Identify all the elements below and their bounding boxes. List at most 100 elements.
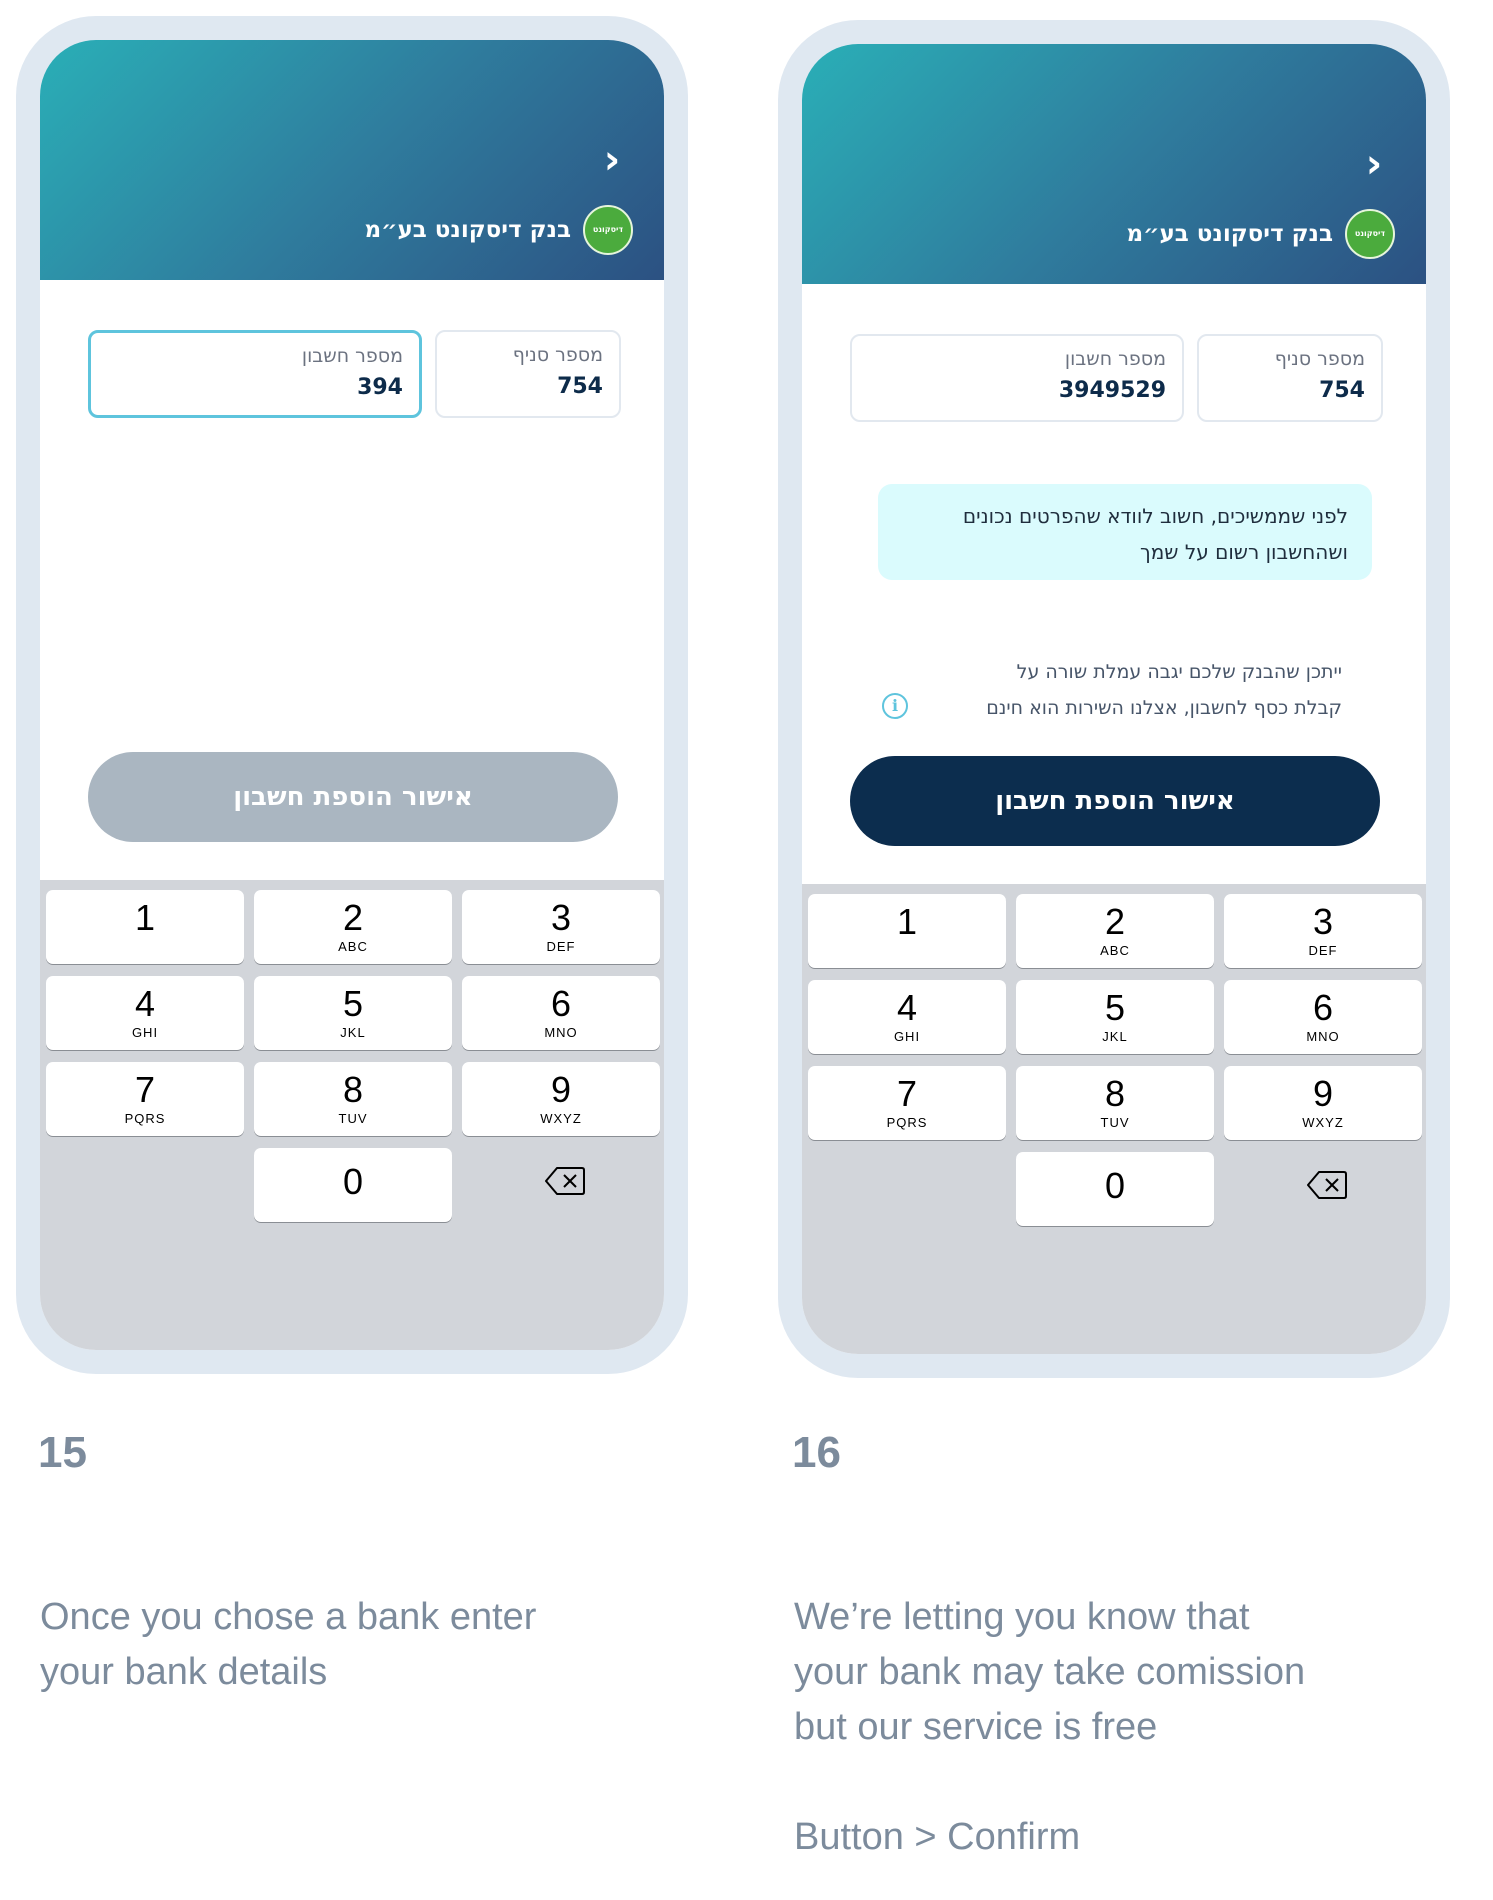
key-4[interactable]: 4 GHI [808,980,1006,1054]
key-3[interactable]: 3 DEF [1224,894,1422,968]
caption-line: but our service is free [794,1706,1158,1748]
caption-line: We’re letting you know that [794,1596,1250,1638]
step-description: We’re letting you know that your bank ma… [794,1590,1305,1755]
branch-number-value: 754 [1319,378,1365,403]
key-digit: 8 [342,1069,364,1110]
key-digit: 2 [342,897,364,938]
info-line: קבלת כסף לחשבון, אצלנו השירות הוא חינם [986,697,1342,719]
key-1[interactable]: 1 [808,894,1006,968]
key-letters: ABC [338,939,368,954]
key-9[interactable]: 9 WXYZ [462,1062,660,1136]
key-7[interactable]: 7 PQRS [46,1062,244,1136]
notice-line: לפני שממשיכים, חשוב לוודא שהפרטים נכונים [962,504,1348,528]
key-letters: JKL [340,1025,366,1040]
key-6[interactable]: 6 MNO [1224,980,1422,1054]
account-number-value: 394 [357,375,403,400]
commission-info-text: ייתכן שהבנק שלכם יגבה עמלת שורה על קבלת … [902,654,1342,726]
key-letters: MNO [544,1025,578,1040]
key-digit: 0 [342,1161,364,1202]
info-icon[interactable]: i [882,693,908,719]
key-5[interactable]: 5 JKL [1016,980,1214,1054]
key-4[interactable]: 4 GHI [46,976,244,1050]
step-number: 15 [38,1428,87,1477]
phone-mockup-step-15: › דיסקונט בנק דיסקונט בע״מ מספר סניף 754… [16,16,688,1374]
key-1[interactable]: 1 [46,890,244,964]
bank-name: בנק דיסקונט בע״מ [1126,221,1333,247]
key-digit: 3 [550,897,572,938]
key-digit: 5 [342,983,364,1024]
caption-line: your bank may take comission [794,1651,1306,1693]
chevron-right-icon[interactable]: › [1356,136,1392,192]
verify-details-notice: לפני שממשיכים, חשוב לוודא שהפרטים נכונים… [878,484,1372,580]
key-digit: 7 [896,1073,918,1114]
key-letters: DEF [546,939,576,954]
branch-number-field[interactable]: מספר סניף 754 [435,330,621,418]
key-digit: 9 [1312,1073,1334,1114]
key-9[interactable]: 9 WXYZ [1224,1066,1422,1140]
key-digit: 4 [896,987,918,1028]
phone-screen: › דיסקונט בנק דיסקונט בע״מ מספר סניף 754… [40,40,664,1350]
backspace-icon[interactable] [545,1166,585,1196]
branch-number-value: 754 [557,374,603,399]
backspace-icon[interactable] [1307,1170,1347,1200]
key-8[interactable]: 8 TUV [254,1062,452,1136]
key-0[interactable]: 0 [1016,1152,1214,1226]
key-letters: DEF [1308,943,1338,958]
key-digit: 8 [1104,1073,1126,1114]
key-digit: 5 [1104,987,1126,1028]
account-number-label: מספר חשבון [1064,348,1166,370]
step-number: 16 [792,1428,841,1477]
key-letters: TUV [1100,1115,1130,1130]
key-0[interactable]: 0 [254,1148,452,1222]
branch-number-label: מספר סניף [1274,348,1365,370]
key-digit: 9 [550,1069,572,1110]
branch-number-label: מספר סניף [512,344,603,366]
key-digit: 3 [1312,901,1334,942]
key-digit: 6 [550,983,572,1024]
key-letters: WXYZ [540,1111,582,1126]
confirm-add-account-button[interactable]: אישור הוספת חשבון [850,756,1380,846]
key-2[interactable]: 2 ABC [1016,894,1214,968]
key-digit: 0 [1104,1165,1126,1206]
account-number-label: מספר חשבון [301,345,403,367]
bank-logo-icon: דיסקונט [1345,209,1395,259]
key-letters: JKL [1102,1029,1128,1044]
key-digit: 6 [1312,987,1334,1028]
bank-logo-icon: דיסקונט [583,205,633,255]
key-8[interactable]: 8 TUV [1016,1066,1214,1140]
numeric-keypad: 1 2 ABC 3 DEF 4 GHI 5 JKL 6 MNO 7 PQRS 8 TUV 9W… [40,880,664,1350]
phone-mockup-step-16: › דיסקונט בנק דיסקונט בע״מ מספר סניף 754… [778,20,1450,1378]
key-letters: GHI [131,1025,159,1040]
key-3[interactable]: 3 DEF [462,890,660,964]
step-description: Once you chose a bank enter your bank de… [40,1590,536,1700]
key-7[interactable]: 7 PQRS [808,1066,1006,1140]
key-digit: 1 [896,901,918,942]
chevron-right-icon[interactable]: › [594,132,630,188]
branch-number-field[interactable]: מספר סניף 754 [1197,334,1383,422]
key-digit: 7 [134,1069,156,1110]
caption-line: your bank details [40,1651,328,1693]
step-action-note: Button > Confirm [794,1816,1081,1858]
key-letters: WXYZ [1302,1115,1344,1130]
info-line: ייתכן שהבנק שלכם יגבה עמלת שורה על [1016,661,1342,683]
bank-name: בנק דיסקונט בע״מ [364,217,571,243]
confirm-add-account-button[interactable]: אישור הוספת חשבון [88,752,618,842]
caption-line: Once you chose a bank enter [40,1596,537,1638]
bank-header: › דיסקונט בנק דיסקונט בע״מ [802,44,1426,284]
key-6[interactable]: 6 MNO [462,976,660,1050]
key-letters: PQRS [886,1115,928,1130]
notice-line: ושהחשבון רשום על שמך [1139,540,1348,564]
account-number-field[interactable]: מספר חשבון 394 [88,330,422,418]
key-5[interactable]: 5 JKL [254,976,452,1050]
key-2[interactable]: 2 ABC [254,890,452,964]
key-letters: ABC [1100,943,1130,958]
numeric-keypad: 1 2 ABC 3 DEF 4 GHI 5 JKL 6 MNO 7 PQRS 8 TUV 9W… [802,884,1426,1354]
key-letters: PQRS [124,1111,166,1126]
bank-header: › דיסקונט בנק דיסקונט בע״מ [40,40,664,280]
account-number-value: 3949529 [1058,378,1166,403]
phone-screen: › דיסקונט בנק דיסקונט בע״מ מספר סניף 754… [802,44,1426,1354]
key-digit: 1 [134,897,156,938]
key-letters: GHI [893,1029,921,1044]
key-digit: 4 [134,983,156,1024]
account-number-field[interactable]: מספר חשבון 3949529 [850,334,1184,422]
